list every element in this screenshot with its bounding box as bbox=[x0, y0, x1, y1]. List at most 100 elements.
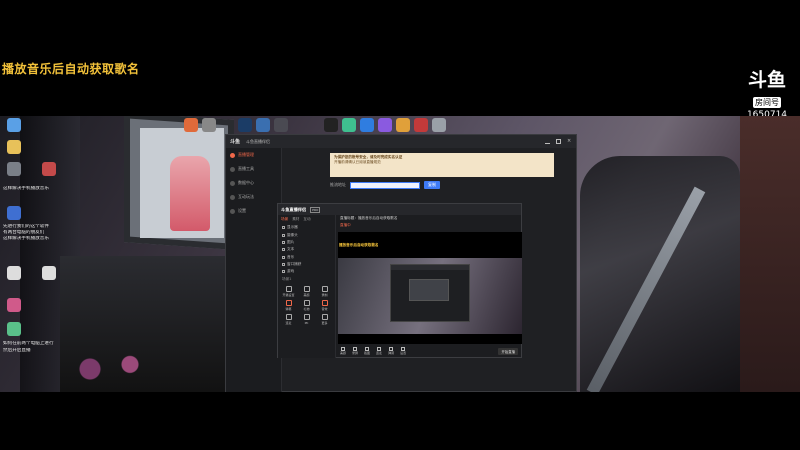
eye-icon[interactable] bbox=[282, 255, 285, 259]
tool-label: 美颜 bbox=[303, 293, 310, 297]
eye-icon[interactable] bbox=[282, 270, 285, 274]
app-icon bbox=[274, 118, 288, 132]
steam-icon bbox=[238, 118, 252, 132]
source-item[interactable]: 文本 bbox=[278, 246, 335, 253]
toolbar-record[interactable]: 录屏 bbox=[352, 347, 358, 355]
preview-overlay-text: 播放音乐后自动获取歌名 bbox=[339, 243, 379, 247]
sidebar-item-2[interactable]: 数据中心 bbox=[226, 176, 281, 190]
toolbar-link[interactable]: 连麦 bbox=[376, 347, 382, 355]
desktop-icon-top-5[interactable] bbox=[270, 118, 292, 132]
tool-grid-item[interactable]: 录制 bbox=[317, 286, 332, 297]
source-label: 文本 bbox=[287, 247, 295, 252]
desktop-icon-doc[interactable] bbox=[3, 206, 25, 220]
sidebar-item-0[interactable]: 直播管理 bbox=[226, 148, 281, 162]
scene-label: 场景1 bbox=[282, 276, 292, 281]
desktop-icon-top-12[interactable] bbox=[428, 118, 450, 132]
desktop-icon-computer[interactable] bbox=[3, 118, 25, 132]
overlay-title: 播放音乐后自动获取歌名 bbox=[2, 62, 140, 76]
main-window-title: 斗鱼直播伴侣 bbox=[246, 138, 271, 144]
push-url-label: 推流地址 bbox=[330, 182, 346, 187]
eye-icon[interactable] bbox=[282, 248, 285, 252]
push-url-field[interactable] bbox=[350, 181, 420, 189]
stream-top-bar: 播放音乐后自动获取歌名 斗鱼 房间号 1650714 bbox=[0, 0, 800, 120]
tool-grid-item[interactable]: 音效 bbox=[317, 300, 332, 311]
copy-button[interactable]: 复制 bbox=[424, 181, 440, 189]
desktop-icon-file1[interactable] bbox=[3, 266, 25, 280]
toolbar-label: 美颜 bbox=[340, 351, 347, 355]
maximize-icon[interactable] bbox=[556, 139, 561, 144]
desktop-icon-app2[interactable] bbox=[3, 298, 25, 312]
toolbar-screenshot[interactable]: 截图 bbox=[364, 347, 370, 355]
sidebar-item-label: 互动玩法 bbox=[238, 194, 254, 199]
tool-grid-item[interactable]: PK bbox=[299, 314, 314, 325]
pro-badge: PRO bbox=[310, 206, 321, 213]
tab-material[interactable]: 素材 bbox=[292, 217, 299, 222]
tool-grid-item[interactable]: 更多 bbox=[317, 314, 332, 325]
app-icon bbox=[7, 298, 21, 312]
sidebar-item-icon bbox=[230, 208, 235, 214]
stream-tool-window[interactable]: 斗鱼直播伴侣 PRO 场景 素材 互动 显示器 摄像头 图片 文本 音乐 窗口捕… bbox=[277, 203, 522, 358]
desktop-note-2: 先进行我们的这个软件 bbox=[3, 224, 49, 229]
desktop-icon-app[interactable] bbox=[3, 162, 25, 176]
eye-icon[interactable] bbox=[282, 233, 285, 237]
source-item[interactable]: 窗口捕获 bbox=[278, 261, 335, 268]
tab-scene[interactable]: 场景 bbox=[281, 217, 288, 222]
desktop-note-3: 有两台电脑的朋友们 bbox=[3, 230, 45, 235]
eye-icon[interactable] bbox=[282, 226, 285, 230]
tool-right-panel: 直播标题：播放音乐后自动获取歌名 直播中 播放音乐后自动获取歌名 美颜 录屏 截… bbox=[336, 215, 522, 358]
toolbar-label: 弹幕 bbox=[388, 351, 395, 355]
file-icon bbox=[7, 266, 21, 280]
toolbar-beauty[interactable]: 美颜 bbox=[340, 347, 346, 355]
tool-grid-item[interactable]: 开播设置 bbox=[281, 286, 296, 297]
tool-icon bbox=[285, 314, 292, 320]
desktop-icon-file2[interactable] bbox=[38, 266, 60, 280]
app-icon bbox=[256, 118, 270, 132]
tool-label: 礼物 bbox=[303, 307, 310, 311]
tool-icon bbox=[285, 300, 292, 306]
source-label: 游戏 bbox=[287, 269, 295, 274]
desktop-icon-top-2[interactable] bbox=[198, 118, 220, 132]
notice-banner: 为保护您的账号安全，请及时完成实名认证 开播前请确认已阅读直播规范 bbox=[330, 153, 554, 177]
toolbar-settings[interactable]: 设置 bbox=[400, 347, 406, 355]
preview-nested-window bbox=[390, 264, 470, 322]
app-icon bbox=[414, 118, 428, 132]
desktop-icon-folder[interactable] bbox=[3, 140, 25, 154]
douyu-logo: 斗鱼 bbox=[747, 69, 786, 91]
tab-interact[interactable]: 互动 bbox=[303, 217, 310, 222]
folder-icon bbox=[7, 140, 21, 154]
tool-grid-item[interactable]: 礼物 bbox=[299, 300, 314, 311]
sidebar-item-label: 直播工具 bbox=[238, 166, 254, 171]
desktop-icon-music[interactable] bbox=[38, 162, 60, 176]
tool-label: 弹幕 bbox=[285, 307, 292, 311]
toolbar-danmaku[interactable]: 弹幕 bbox=[388, 347, 394, 355]
tool-icon bbox=[285, 286, 292, 292]
minimize-icon[interactable] bbox=[545, 139, 550, 144]
tool-label: 录制 bbox=[321, 293, 328, 297]
sidebar-item-4[interactable]: 设置 bbox=[226, 204, 281, 218]
eye-icon[interactable] bbox=[282, 240, 285, 244]
tool-grid-item[interactable]: 连麦 bbox=[281, 314, 296, 325]
start-stream-button[interactable]: 开始直播 bbox=[498, 347, 518, 355]
sidebar-item-3[interactable]: 互动玩法 bbox=[226, 190, 281, 204]
tool-label: 音效 bbox=[321, 307, 328, 311]
main-sidebar: 直播管理 直播工具 数据中心 互动玩法 设置 bbox=[226, 148, 282, 392]
tool-grid-item[interactable]: 美颜 bbox=[299, 286, 314, 297]
source-item[interactable]: 音乐 bbox=[278, 254, 335, 261]
sidebar-item-icon bbox=[230, 194, 235, 200]
tool-grid-item[interactable]: 弹幕 bbox=[281, 300, 296, 311]
app-icon bbox=[342, 118, 356, 132]
desktop-icon-app3[interactable] bbox=[3, 322, 25, 336]
tool-grid: 开播设置 美颜 录制 弹幕 礼物 音效 连麦 PK 更多 bbox=[278, 283, 335, 328]
douyu-watermark: 斗鱼 房间号 1650714 bbox=[742, 70, 792, 120]
sidebar-item-label: 数据中心 bbox=[238, 180, 254, 185]
eye-icon[interactable] bbox=[282, 263, 285, 267]
tool-window-logo: 斗鱼直播伴侣 bbox=[281, 206, 307, 212]
close-icon[interactable]: × bbox=[567, 139, 572, 144]
source-item[interactable]: 摄像头 bbox=[278, 231, 335, 238]
source-item[interactable]: 图片 bbox=[278, 239, 335, 246]
source-item[interactable]: 游戏 bbox=[278, 268, 335, 275]
tool-tabs: 场景 素材 互动 bbox=[278, 215, 335, 224]
sidebar-item-1[interactable]: 直播工具 bbox=[226, 162, 281, 176]
source-item[interactable]: 显示器 bbox=[278, 224, 335, 231]
stream-preview[interactable]: 播放音乐后自动获取歌名 bbox=[338, 232, 522, 344]
